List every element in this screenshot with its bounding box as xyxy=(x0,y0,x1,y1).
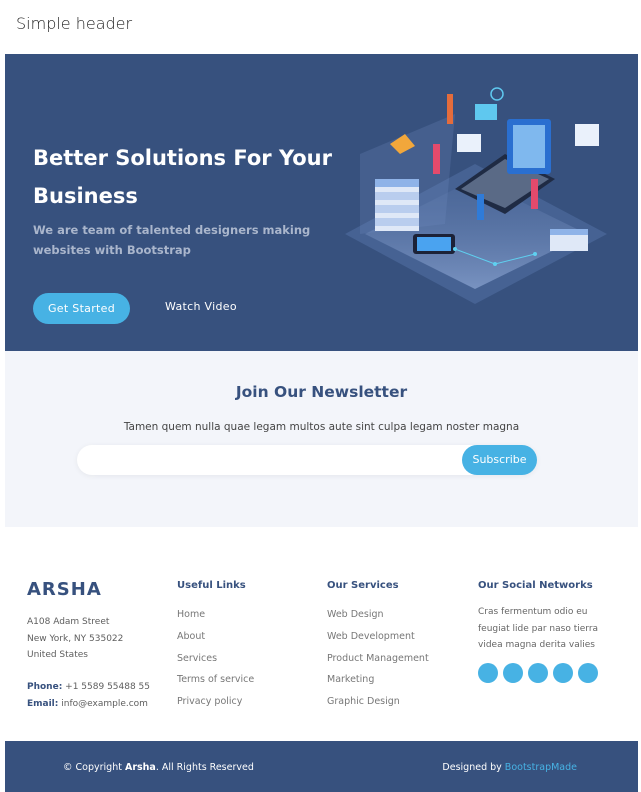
copyright-brand: Arsha xyxy=(124,762,156,773)
newsletter-section: Join Our Newsletter Tamen quem nulla qua… xyxy=(5,351,638,527)
bootstrapmade-link[interactable]: BootstrapMade xyxy=(505,762,577,773)
copyright-prefix: © Copyright xyxy=(63,762,125,773)
get-started-button[interactable]: Get Started xyxy=(33,293,130,324)
service-link-product-management[interactable]: Product Management xyxy=(327,648,429,670)
footer-address: A108 Adam Street New York, NY 535022 Uni… xyxy=(27,614,123,664)
facebook-icon[interactable] xyxy=(503,662,523,683)
email-label: Email: xyxy=(27,698,59,709)
email-value: info@example.com xyxy=(61,698,148,709)
phone-value: +1 5589 55488 55 xyxy=(65,682,151,692)
hero-section: Better Solutions For Your Business We ar… xyxy=(5,54,638,351)
footer-link-about[interactable]: About xyxy=(177,626,254,648)
footer-top: ARSHA A108 Adam Street New York, NY 5350… xyxy=(5,527,638,741)
social-title: Our Social Networks xyxy=(478,580,593,591)
service-link-web-design[interactable]: Web Design xyxy=(327,604,429,626)
social-text: Cras fermentum odio eu feugiat lide par … xyxy=(478,607,599,650)
credits-prefix: Designed by xyxy=(442,762,505,773)
social-column: Our Social Networks Cras fermentum odio … xyxy=(478,580,613,683)
linkedin-icon[interactable] xyxy=(578,662,598,683)
social-links xyxy=(478,662,613,683)
instagram-icon[interactable] xyxy=(528,662,548,683)
page-header: Simple header xyxy=(0,0,641,54)
newsletter-form: Subscribe xyxy=(77,445,537,475)
useful-links-column: Useful Links Home About Services Terms o… xyxy=(177,580,254,713)
skype-icon[interactable] xyxy=(553,662,573,683)
hero-subheading: We are team of talented designers making… xyxy=(33,223,311,257)
credits: Designed by BootstrapMade xyxy=(442,762,577,773)
footer-link-privacy[interactable]: Privacy policy xyxy=(177,691,254,713)
footer-contact: Phone: +1 5589 55488 55 Email: info@exam… xyxy=(27,679,150,712)
watch-video-link[interactable]: Watch Video xyxy=(165,300,237,313)
copyright: © Copyright Arsha. All Rights Reserved xyxy=(63,762,254,773)
footer-link-terms[interactable]: Terms of service xyxy=(177,669,254,691)
subscribe-button[interactable]: Subscribe xyxy=(462,445,537,475)
hero-heading: Better Solutions For Your Business xyxy=(33,146,332,208)
footer-bottom: © Copyright Arsha. All Rights Reserved D… xyxy=(5,741,638,792)
copyright-suffix: . All Rights Reserved xyxy=(155,762,254,773)
address-line: United States xyxy=(27,650,88,660)
service-link-graphic-design[interactable]: Graphic Design xyxy=(327,691,429,713)
service-link-web-development[interactable]: Web Development xyxy=(327,626,429,648)
hero-illustration xyxy=(345,87,607,304)
service-link-marketing[interactable]: Marketing xyxy=(327,669,429,691)
footer-link-home[interactable]: Home xyxy=(177,604,254,626)
services-column: Our Services Web Design Web Development … xyxy=(327,580,429,713)
useful-links-title: Useful Links xyxy=(177,580,246,591)
footer-brand: ARSHA xyxy=(27,579,102,600)
address-line: A108 Adam Street xyxy=(27,617,110,627)
newsletter-text: Tamen quem nulla quae legam multos aute … xyxy=(123,421,520,433)
services-title: Our Services xyxy=(327,580,399,591)
footer-link-services[interactable]: Services xyxy=(177,648,254,670)
address-line: New York, NY 535022 xyxy=(27,633,124,644)
phone-label: Phone: xyxy=(27,682,63,692)
twitter-icon[interactable] xyxy=(478,662,498,683)
newsletter-title: Join Our Newsletter xyxy=(235,383,408,401)
newsletter-email-input[interactable] xyxy=(89,451,449,469)
page-title: Simple header xyxy=(16,14,133,33)
